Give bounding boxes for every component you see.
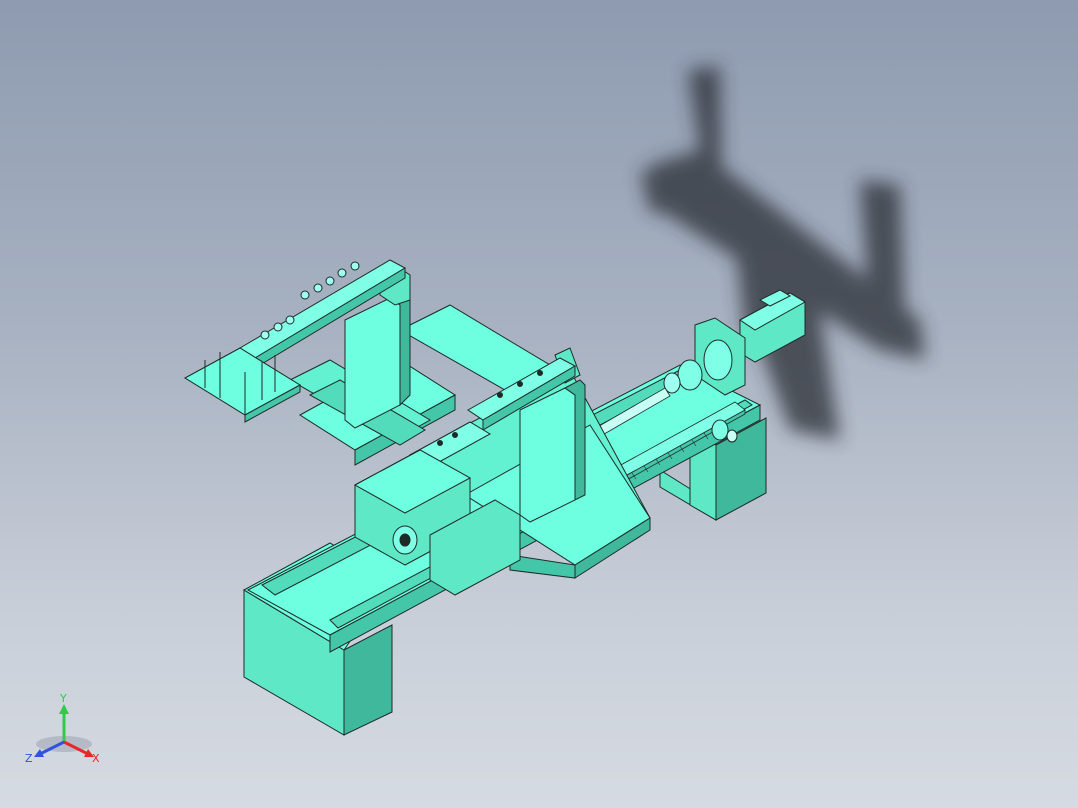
left-fixture-plate bbox=[184, 347, 301, 423]
y-axis-label: Y bbox=[59, 692, 67, 705]
y-axis-arrow bbox=[59, 704, 69, 714]
x-axis-label: X bbox=[92, 752, 100, 765]
coordinate-triad: Y X Z bbox=[25, 692, 100, 765]
cad-3d-viewport[interactable]: Y X Z bbox=[0, 0, 1078, 808]
z-axis-label: Z bbox=[25, 752, 33, 765]
assembly-model[interactable] bbox=[0, 0, 1078, 808]
